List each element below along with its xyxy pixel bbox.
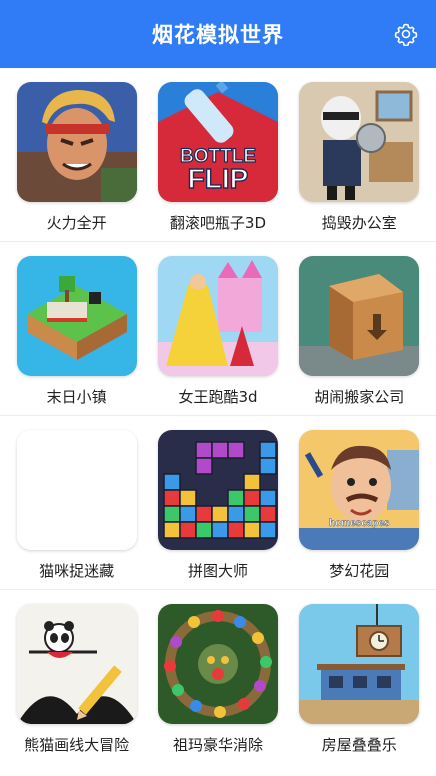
game-icon-cat-hide-seek[interactable] [16, 430, 137, 550]
game-icon-queen-run[interactable] [157, 256, 278, 376]
game-label: 拼图大师 [187, 562, 248, 580]
game-row: 火力全开 BOTTLE FLIP 翻滚吧瓶子3D 捣毁办公室 [0, 68, 436, 242]
game-icon-house-stack[interactable] [299, 604, 420, 724]
game-item-bottle-flip[interactable]: BOTTLE FLIP 翻滚吧瓶子3D [148, 68, 288, 241]
game-item-house-stack[interactable]: 房屋叠叠乐 [289, 590, 429, 764]
game-label: 梦幻花园 [329, 562, 390, 580]
game-icon-dream-garden[interactable]: homescapes [299, 430, 420, 550]
game-icon-zuma[interactable] [157, 604, 278, 724]
game-item-huoliquankai[interactable]: 火力全开 [7, 68, 147, 241]
game-label: 胡闹搬家公司 [314, 388, 405, 406]
game-row: 末日小镇 女王跑酷3d 胡闹搬家公司 [0, 242, 436, 416]
game-icon-office-smash[interactable] [299, 82, 420, 202]
game-label: 翻滚吧瓶子3D [169, 214, 267, 232]
gear-icon[interactable] [394, 22, 418, 47]
game-icon-huoliquankai[interactable] [16, 82, 137, 202]
game-label: 祖玛豪华消除 [172, 736, 263, 754]
bottle-flip-text-2: FLIP [188, 163, 249, 194]
game-item-doom-town[interactable]: 末日小镇 [7, 242, 147, 415]
game-icon-puzzle-master[interactable] [157, 430, 278, 550]
game-item-panda-draw[interactable]: 熊猫画线大冒险 [7, 590, 147, 764]
app-header: 烟花模拟世界 [0, 0, 436, 68]
game-label: 末日小镇 [46, 388, 107, 406]
game-label: 熊猫画线大冒险 [24, 736, 130, 754]
game-label: 女王跑酷3d [178, 388, 258, 406]
homescapes-text: homescapes [329, 518, 390, 529]
game-row: 熊猫画线大冒险 祖玛豪华消除 房屋叠叠乐 [0, 590, 436, 764]
game-item-queen-run[interactable]: 女王跑酷3d [148, 242, 288, 415]
game-item-puzzle-master[interactable]: 拼图大师 [148, 416, 288, 589]
game-item-cat-hide-seek[interactable]: 猫咪捉迷藏 [7, 416, 147, 589]
game-row: 猫咪捉迷藏 拼图大师 homescapes 梦幻花园 [0, 416, 436, 590]
game-item-office-smash[interactable]: 捣毁办公室 [289, 68, 429, 241]
game-item-dream-garden[interactable]: homescapes 梦幻花园 [289, 416, 429, 589]
game-grid: 火力全开 BOTTLE FLIP 翻滚吧瓶子3D 捣毁办公室 末日小镇 女王跑酷… [0, 68, 436, 764]
game-label: 火力全开 [46, 214, 107, 232]
game-icon-panda-draw[interactable] [16, 604, 137, 724]
game-icon-moving-company[interactable] [299, 256, 420, 376]
game-label: 捣毁办公室 [321, 214, 397, 232]
game-label: 房屋叠叠乐 [321, 736, 397, 754]
page-title: 烟花模拟世界 [152, 23, 284, 47]
game-item-moving-company[interactable]: 胡闹搬家公司 [289, 242, 429, 415]
game-label: 猫咪捉迷藏 [39, 562, 115, 580]
game-item-zuma[interactable]: 祖玛豪华消除 [148, 590, 288, 764]
game-icon-bottle-flip[interactable]: BOTTLE FLIP [157, 82, 278, 202]
game-icon-doom-town[interactable] [16, 256, 137, 376]
